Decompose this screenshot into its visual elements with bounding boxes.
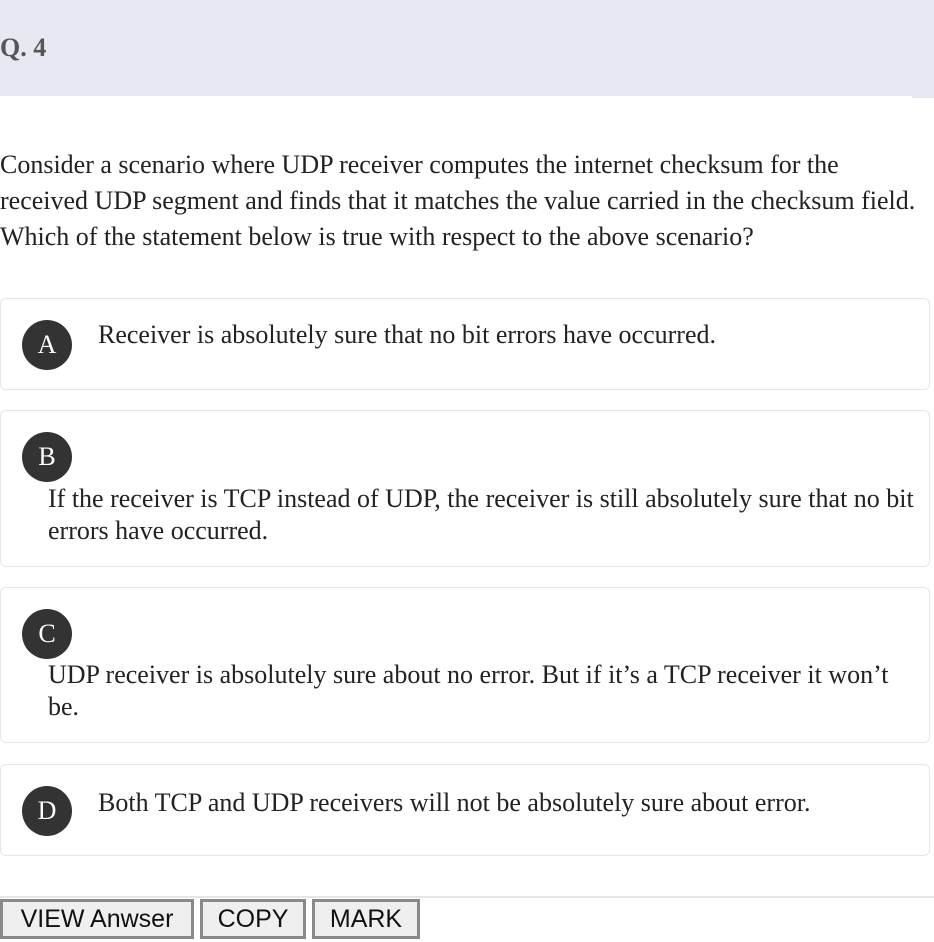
option-letter-badge: C [22, 609, 72, 659]
option-text: Both TCP and UDP receivers will not be a… [98, 788, 811, 817]
header-edge [912, 0, 934, 98]
option-letter-badge: D [22, 786, 72, 836]
option-text: Receiver is absolutely sure that no bit … [98, 320, 716, 349]
question-header: Q. 4 [0, 0, 912, 96]
option-text: If the receiver is TCP instead of UDP, t… [48, 484, 914, 545]
option-letter-badge: B [22, 432, 72, 482]
copy-button[interactable]: COPY [200, 899, 306, 939]
question-text: Consider a scenario where UDP receiver c… [0, 150, 916, 251]
option-b[interactable]: B If the receiver is TCP instead of UDP,… [0, 410, 930, 567]
option-a[interactable]: A Receiver is absolutely sure that no bi… [0, 298, 930, 390]
view-answer-button[interactable]: VIEW Anwser [0, 899, 194, 939]
option-c[interactable]: C UDP receiver is absolutely sure about … [0, 587, 930, 743]
option-text: UDP receiver is absolutely sure about no… [48, 660, 889, 721]
divider [0, 896, 934, 898]
question-number: Q. 4 [0, 33, 47, 62]
mark-button[interactable]: MARK [312, 899, 420, 939]
option-letter-badge: A [22, 320, 72, 370]
option-d[interactable]: D Both TCP and UDP receivers will not be… [0, 764, 930, 856]
